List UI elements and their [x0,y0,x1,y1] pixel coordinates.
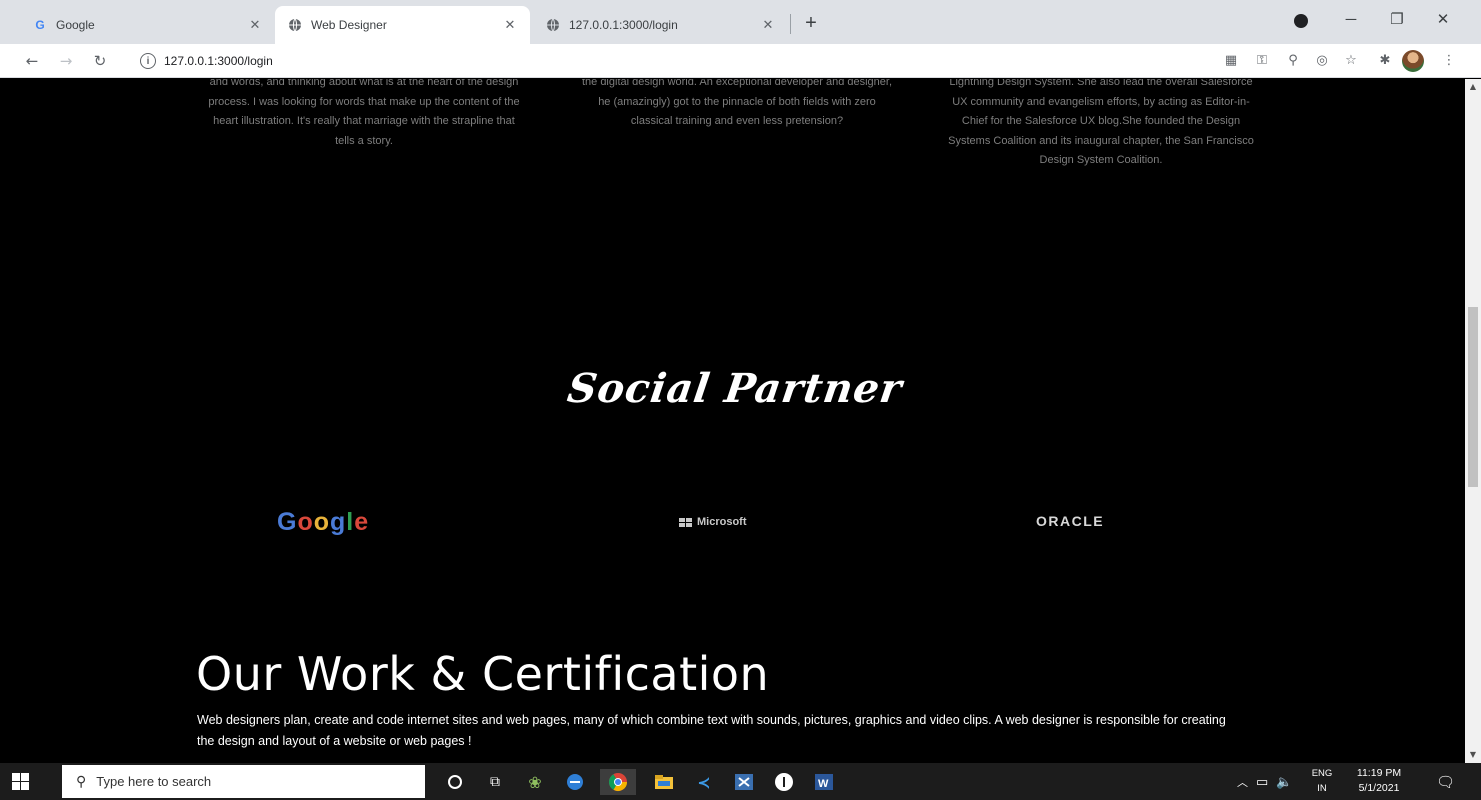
search-icon: ⚲ [76,773,87,789]
windows-taskbar: ⚲ Type here to search ⧉ ❀ ≺ W ︿ ▭ 🔈 ENG … [0,763,1481,800]
globe-icon [545,17,561,33]
tab-title: Google [56,18,95,32]
web-page: and words, and thinking about what is at… [0,79,1465,763]
google-g-icon: G [35,18,45,32]
back-button[interactable]: ← [20,50,44,72]
info-icon[interactable]: i [140,53,156,69]
avatar[interactable] [1402,50,1424,72]
cortana-icon[interactable] [442,769,468,795]
qr-code-icon[interactable]: ▦ [1222,52,1240,70]
tab-separator [790,14,791,34]
social-partner-heading: Social Partner [564,365,906,412]
svg-text:W: W [818,778,829,790]
minimize-button[interactable]: ─ [1328,6,1374,34]
menu-icon[interactable]: ⋮ [1440,52,1458,70]
browser-tab-strip: G Google ✕ Web Designer ✕ 127.0.0.1:3000… [0,0,1481,44]
url-text: 127.0.0.1:3000/login [164,54,273,68]
forward-button[interactable]: → [54,50,78,72]
network-icon[interactable]: ▭ [1256,763,1268,800]
team-bio-1: and words, and thinking about what is at… [208,79,520,147]
browser-toolbar: ← → ↻ i 127.0.0.1:3000/login ▦ ⚿ ⚲ ◎ ☆ ✱… [0,44,1481,78]
new-tab-button[interactable]: + [797,10,825,38]
team-bio-3: Lightning Design System. She also lead t… [948,79,1254,166]
microsoft-logo: Microsoft [679,516,747,528]
star-icon[interactable]: ☆ [1342,52,1360,70]
address-bar[interactable]: i 127.0.0.1:3000/login [126,48,1206,74]
chrome-icon[interactable] [600,769,636,795]
close-window-button[interactable]: ✕ [1420,6,1466,34]
clock-date: 5/1/2021 [1358,782,1400,794]
extensions-icon[interactable]: ✱ [1376,52,1394,70]
snipping-tool-icon[interactable] [731,769,757,795]
edge-icon[interactable] [562,769,588,795]
file-explorer-icon[interactable] [651,769,677,795]
tab-title: 127.0.0.1:3000/login [569,18,678,32]
globe-icon [287,17,303,33]
work-certification-heading: Our Work & Certification [196,647,770,701]
volume-icon[interactable]: 🔈 [1276,763,1292,800]
task-view-icon[interactable]: ⧉ [482,769,508,795]
windows-logo-icon [679,517,692,527]
close-icon[interactable]: ✕ [247,17,263,33]
eye-off-icon[interactable]: ◎ [1313,52,1331,70]
close-icon[interactable]: ✕ [502,17,518,33]
scrollbar-thumb[interactable] [1468,307,1478,487]
close-icon[interactable]: ✕ [760,17,776,33]
scroll-down-arrow-icon[interactable]: ▼ [1465,747,1481,763]
google-logo: Google [277,508,370,536]
word-icon[interactable]: W [811,769,837,795]
restore-button[interactable]: ❐ [1374,6,1420,34]
search-placeholder: Type here to search [96,774,212,789]
page-scrollbar[interactable]: ▲ ▼ [1465,79,1481,763]
oracle-logo: ORACLE [1036,513,1105,529]
windows-start-icon[interactable] [12,773,29,790]
app-circle-icon[interactable] [771,769,797,795]
zoom-icon[interactable]: ⚲ [1284,52,1302,70]
paint-app-icon[interactable]: ❀ [522,769,548,795]
key-icon[interactable]: ⚿ [1253,52,1271,70]
scroll-up-arrow-icon[interactable]: ▲ [1465,79,1481,95]
clock-time: 11:19 PM [1356,767,1402,779]
tab-title: Web Designer [311,18,387,32]
show-hidden-icons-icon[interactable]: ︿ [1237,763,1248,800]
tab-google[interactable]: G Google ✕ [20,6,275,44]
work-certification-description: Web designers plan, create and code inte… [197,713,1226,748]
media-control-icon[interactable] [1294,14,1308,28]
taskbar-search-input[interactable]: ⚲ Type here to search [62,765,425,798]
vscode-icon[interactable]: ≺ [691,769,717,795]
tab-web-designer[interactable]: Web Designer ✕ [275,6,530,44]
notification-icon[interactable]: 🗨 [1436,763,1455,800]
taskbar-clock[interactable]: 11:19 PM 5/1/2021 [1348,766,1410,796]
tab-login[interactable]: 127.0.0.1:3000/login ✕ [533,6,788,44]
team-bio-2: the digital design world. An exceptional… [581,79,893,127]
reload-button[interactable]: ↻ [88,50,112,72]
language-indicator[interactable]: ENG IN [1307,766,1337,796]
